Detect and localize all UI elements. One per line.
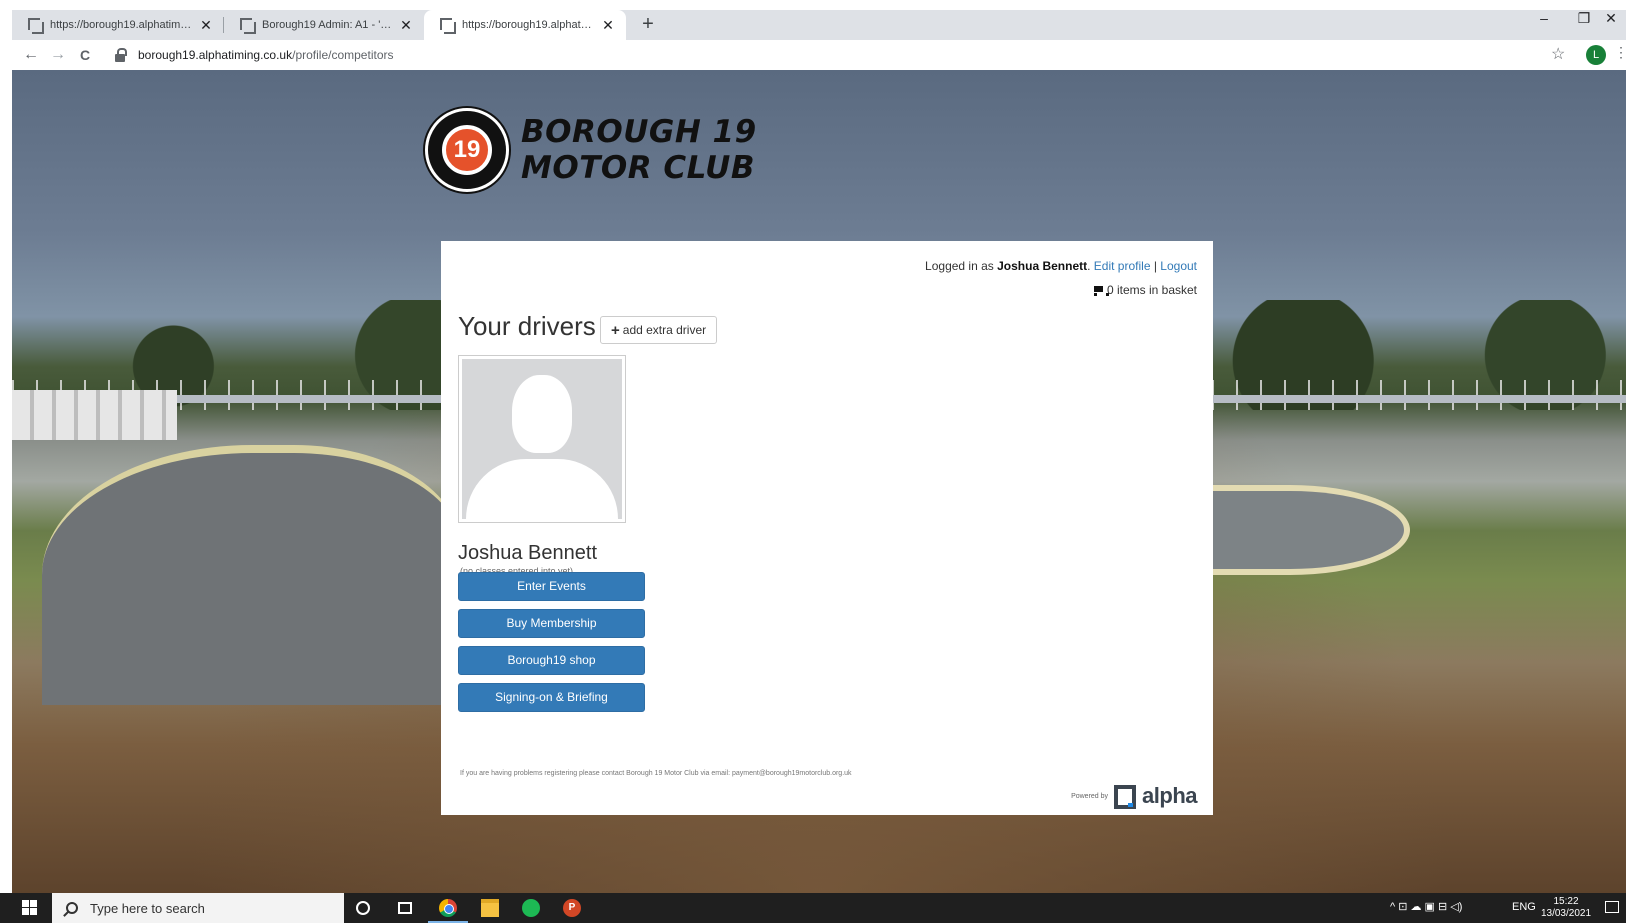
alpha-brand: alpha (1142, 783, 1197, 808)
powerpoint-icon[interactable]: P (563, 899, 581, 917)
add-extra-driver-button[interactable]: + add extra driver (600, 316, 718, 344)
badge-number: 19 (453, 136, 481, 163)
profile-avatar[interactable]: L (1586, 45, 1606, 65)
search-placeholder: Type here to search (90, 900, 205, 916)
notification-icon[interactable] (1605, 901, 1619, 913)
add-driver-label: add extra driver (622, 323, 707, 337)
enter-events-button[interactable]: Enter Events (458, 572, 645, 601)
close-window-button[interactable]: ✕ (1596, 10, 1626, 27)
page-favicon-icon (240, 18, 256, 34)
plus-icon: + (611, 321, 620, 339)
tab-1[interactable]: https://borough19.alphatiming.co.uk/prof… (12, 10, 224, 40)
login-status: Logged in as Joshua Bennett. Edit profil… (925, 259, 1197, 273)
buy-membership-button[interactable]: Buy Membership (458, 609, 645, 638)
page-favicon-icon (440, 18, 456, 34)
login-prefix: Logged in as (925, 259, 998, 273)
logged-in-user: Joshua Bennett (997, 259, 1088, 273)
club-badge-logo: 19 (425, 108, 509, 192)
chrome-icon[interactable] (439, 899, 457, 917)
lock-icon[interactable] (114, 48, 128, 62)
basket-link[interactable]: 0 items in basket (1092, 283, 1197, 297)
avatar-placeholder-icon (462, 359, 622, 519)
search-icon (66, 902, 78, 914)
page-background: 19 BOROUGH 19 MOTOR CLUB Logged in as Jo… (12, 70, 1626, 893)
tab-title: https://borough19.alphatiming.co.uk/prof… (462, 19, 594, 31)
avatar-shoulders (466, 459, 618, 519)
drivers-panel: Logged in as Joshua Bennett. Edit profil… (441, 241, 1213, 815)
new-tab-button[interactable]: + (636, 12, 660, 36)
powered-by-label: Powered by (1071, 792, 1109, 800)
taskbar: Type here to search P ^ ⊡ ☁ ▣ ⊟ ◁) ENG 1… (0, 893, 1626, 923)
minimize-button[interactable]: – (1524, 10, 1564, 26)
back-button[interactable]: ← (20, 44, 42, 66)
help-text: If you are having problems registering p… (460, 770, 852, 777)
logout-link[interactable]: Logout (1160, 259, 1197, 273)
driver-avatar (458, 355, 626, 523)
alpha-logo-icon (1114, 785, 1137, 809)
page-favicon-icon (28, 18, 44, 34)
browser-tab-bar: https://borough19.alphatiming.co.uk/prof… (0, 0, 1626, 40)
taskbar-search-input[interactable]: Type here to search (52, 893, 344, 923)
background-track (42, 445, 462, 705)
language-indicator[interactable]: ENG (1512, 901, 1536, 913)
driver-name: Joshua Bennett (458, 542, 597, 564)
signing-on-briefing-button[interactable]: Signing-on & Briefing (458, 683, 645, 712)
tab-title: https://borough19.alphatiming.co.uk/prof… (50, 19, 192, 31)
close-tab-icon[interactable]: ✕ (198, 17, 214, 34)
url-domain: borough19.alphatiming.co.uk (138, 48, 293, 62)
spotify-icon[interactable] (522, 899, 540, 917)
address-bar[interactable]: borough19.alphatiming.co.uk/profile/comp… (104, 42, 1574, 68)
star-icon[interactable]: ☆ (1551, 44, 1565, 64)
close-tab-icon[interactable]: ✕ (398, 17, 414, 34)
club-logo[interactable]: 19 BOROUGH 19 MOTOR CLUB (425, 108, 757, 192)
tab-title: Borough19 Admin: A1 - 'Standard' (262, 19, 392, 31)
page-title: Your drivers (458, 311, 596, 341)
shop-button[interactable]: Borough19 shop (458, 646, 645, 675)
system-tray-icons[interactable]: ^ ⊡ ☁ ▣ ⊟ ◁) (1390, 900, 1462, 913)
menu-icon[interactable]: ⋮ (1614, 44, 1626, 61)
task-view-icon[interactable] (398, 902, 412, 914)
clock-date: 13/03/2021 (1540, 908, 1592, 919)
tab-2[interactable]: Borough19 Admin: A1 - 'Standard' ✕ (224, 10, 424, 40)
windows-start-icon[interactable] (22, 900, 38, 916)
browser-toolbar: ← → C borough19.alphatiming.co.uk/profil… (0, 40, 1626, 70)
powered-by[interactable]: Powered by alpha (1071, 783, 1197, 809)
clock-time: 15:22 (1553, 896, 1579, 907)
link-separator: | (1150, 259, 1161, 273)
url-text[interactable]: borough19.alphatiming.co.uk/profile/comp… (138, 48, 393, 62)
club-name: BOROUGH 19 MOTOR CLUB (521, 114, 757, 186)
close-tab-icon[interactable]: ✕ (600, 17, 616, 34)
edit-profile-link[interactable]: Edit profile (1094, 259, 1151, 273)
cortana-icon[interactable] (356, 901, 370, 915)
forward-button[interactable]: → (47, 44, 69, 66)
screen: https://borough19.alphatiming.co.uk/prof… (0, 0, 1626, 923)
file-explorer-icon[interactable] (481, 899, 499, 917)
cart-icon (1092, 285, 1109, 296)
club-name-line1: BOROUGH 19 (521, 114, 757, 150)
login-dot: . (1087, 259, 1094, 273)
reload-button[interactable]: C (74, 44, 96, 66)
url-path: /profile/competitors (292, 48, 394, 62)
tab-3-active[interactable]: https://borough19.alphatiming.co.uk/prof… (424, 10, 626, 40)
club-name-line2: MOTOR CLUB (521, 150, 755, 186)
clock[interactable]: 15:22 13/03/2021 (1540, 896, 1592, 920)
background-tyre-wall (12, 390, 177, 440)
avatar-head (512, 375, 572, 453)
basket-count: 0 items in basket (1106, 283, 1197, 297)
